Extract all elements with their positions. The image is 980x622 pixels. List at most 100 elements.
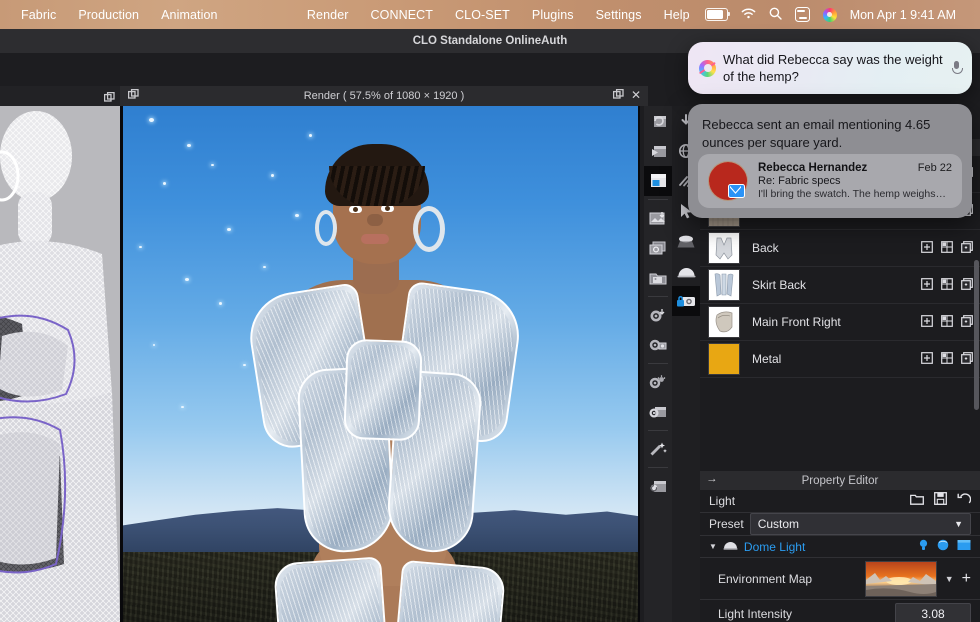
assistant-answer-card[interactable]: Rebecca sent an email mentioning 4.65 ou… xyxy=(688,104,972,218)
plus-icon[interactable]: + xyxy=(962,573,971,585)
duplicate-icon[interactable] xyxy=(961,277,973,295)
menu-item-connect[interactable]: CONNECT xyxy=(360,8,445,22)
magic-wand-icon[interactable] xyxy=(644,434,672,464)
light-intensity-row[interactable]: Light Intensity 3.08 xyxy=(700,600,980,622)
table-row[interactable]: Main Front Right xyxy=(700,304,980,341)
add-icon[interactable] xyxy=(921,351,933,369)
render-viewport[interactable] xyxy=(120,106,640,622)
email-date: Feb 22 xyxy=(918,162,952,174)
wifi-icon[interactable] xyxy=(741,8,756,22)
menubar-clock[interactable]: Mon Apr 1 9:41 AM xyxy=(850,8,960,22)
preset-dropdown[interactable]: Custom ▼ xyxy=(750,513,971,535)
duplicate-icon[interactable] xyxy=(961,240,973,258)
microphone-icon[interactable] xyxy=(952,61,961,75)
detach-window-icon-right[interactable] xyxy=(613,89,624,103)
pattern-icon[interactable] xyxy=(941,240,953,258)
render-viewport-title: Render ( 57.5% of 1080 × 1920 ) xyxy=(304,90,465,102)
detach-window-icon[interactable] xyxy=(128,89,139,103)
menu-item-help[interactable]: Help xyxy=(653,8,701,22)
table-row[interactable]: Metal xyxy=(700,341,980,378)
macos-menu-bar: Fabric Production Animation Render CONNE… xyxy=(0,0,980,29)
gear-snapshot-icon[interactable] xyxy=(644,330,672,360)
assistant-query-bubble[interactable]: What did Rebecca say was the weight of t… xyxy=(688,42,972,94)
reset-icon[interactable] xyxy=(957,492,971,510)
avatar-mesh-panel[interactable] xyxy=(0,86,120,622)
pattern-icon[interactable] xyxy=(941,314,953,332)
image-folder-icon[interactable] xyxy=(644,263,672,293)
lock-camera-icon[interactable] xyxy=(672,286,700,316)
pattern-icon[interactable] xyxy=(941,351,953,369)
preset-value: Custom xyxy=(758,517,799,531)
add-icon[interactable] xyxy=(921,240,933,258)
assistant-answer-text: Rebecca sent an email mentioning 4.65 ou… xyxy=(702,116,958,152)
gear-light-icon[interactable] xyxy=(644,367,672,397)
add-icon[interactable] xyxy=(921,277,933,295)
light-intensity-value[interactable]: 3.08 xyxy=(895,603,971,622)
snapshot-folder-icon[interactable] xyxy=(644,233,672,263)
bulb-icon[interactable] xyxy=(918,538,929,556)
avatar-wireframe xyxy=(0,94,120,622)
add-icon[interactable] xyxy=(921,314,933,332)
play-clapper-icon[interactable] xyxy=(644,136,672,166)
object-thumbnail xyxy=(708,269,740,301)
menu-item-settings[interactable]: Settings xyxy=(585,8,653,22)
property-editor-panel[interactable]: Light Preset Custom ▼ ▼ xyxy=(700,490,980,622)
gear-export-icon[interactable] xyxy=(644,300,672,330)
battery-icon[interactable] xyxy=(705,8,728,21)
menubar-status-icons: Mon Apr 1 9:41 AM xyxy=(701,7,970,23)
menu-item-production[interactable]: Production xyxy=(67,8,150,22)
object-browser-scrollbar[interactable] xyxy=(974,260,979,410)
image-export-icon[interactable] xyxy=(644,203,672,233)
property-editor-title: Property Editor xyxy=(802,475,879,487)
table-row[interactable]: Skirt Back xyxy=(700,267,980,304)
preset-label: Preset xyxy=(709,517,744,531)
siri-icon[interactable] xyxy=(823,8,837,22)
close-icon[interactable]: ✕ xyxy=(631,88,641,102)
window-title: CLO Standalone OnlineAuth xyxy=(413,35,568,47)
dome-light-tree-row[interactable]: ▼ Dome Light xyxy=(700,536,980,558)
menu-item-clo-set[interactable]: CLO-SET xyxy=(444,8,521,22)
render-viewport-header: Render ( 57.5% of 1080 × 1920 ) ✕ xyxy=(120,86,648,106)
film-icon[interactable] xyxy=(957,538,971,556)
rewind-clapper-icon[interactable] xyxy=(644,471,672,501)
dome-light-icon[interactable] xyxy=(672,256,700,286)
menu-item-fabric[interactable]: Fabric xyxy=(10,8,67,22)
object-label: Skirt Back xyxy=(752,278,806,292)
object-thumbnail xyxy=(708,343,740,375)
chevron-down-icon[interactable]: ▼ xyxy=(945,574,954,584)
environment-map-row[interactable]: Environment Map xyxy=(700,558,980,600)
save-icon[interactable] xyxy=(934,492,947,510)
menu-item-animation[interactable]: Animation xyxy=(150,8,229,22)
rendered-image xyxy=(123,106,638,622)
duplicate-icon[interactable] xyxy=(961,351,973,369)
pattern-icon[interactable] xyxy=(941,277,953,295)
dome-light-icon xyxy=(723,538,738,556)
email-meta: Rebecca Hernandez Feb 22 Re: Fabric spec… xyxy=(758,162,952,201)
control-center-icon[interactable] xyxy=(795,7,810,22)
folder-open-icon[interactable] xyxy=(910,492,924,510)
duplicate-icon[interactable] xyxy=(961,314,973,332)
menu-item-plugins[interactable]: Plugins xyxy=(521,8,585,22)
triangle-down-icon[interactable]: ▼ xyxy=(709,542,717,551)
email-result-card[interactable]: Rebecca Hernandez Feb 22 Re: Fabric spec… xyxy=(698,154,962,208)
light-intensity-label: Light Intensity xyxy=(718,607,792,621)
menu-item-render[interactable]: Render xyxy=(296,8,360,22)
light-section-row: Light xyxy=(700,490,980,513)
table-row[interactable]: Back xyxy=(700,230,980,267)
object-thumbnail xyxy=(708,306,740,338)
detach-window-icon[interactable] xyxy=(104,90,115,108)
assistant-query-text: What did Rebecca say was the weight of t… xyxy=(716,51,952,85)
render-tool-column xyxy=(644,106,672,622)
gear-clapper-icon[interactable] xyxy=(644,397,672,427)
record-clapper-icon[interactable] xyxy=(644,166,672,196)
email-subject: Re: Fabric specs xyxy=(758,174,952,188)
email-preview: I'll bring the swatch. The hemp weighs… xyxy=(758,188,952,201)
object-thumbnail xyxy=(708,232,740,264)
search-icon[interactable] xyxy=(769,7,782,23)
environment-map-thumbnail[interactable] xyxy=(865,561,937,597)
avatar-panel-header xyxy=(0,86,120,106)
disc-light-icon[interactable] xyxy=(672,226,700,256)
arrow-right-icon[interactable]: → xyxy=(706,473,718,485)
sphere-icon[interactable] xyxy=(937,538,949,556)
sync-clapper-icon[interactable] xyxy=(644,106,672,136)
